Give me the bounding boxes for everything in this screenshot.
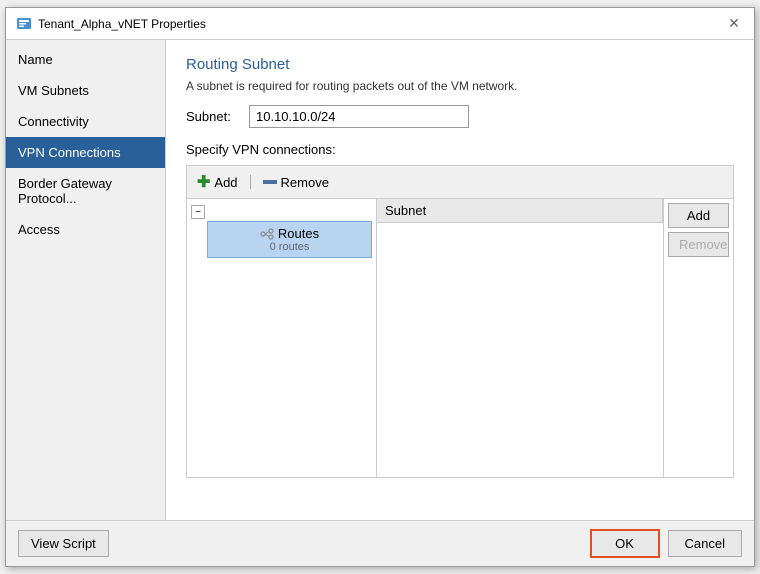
routes-label: Routes: [278, 226, 319, 241]
ok-button[interactable]: OK: [590, 529, 660, 558]
tree-routes-label-row: Routes: [260, 226, 319, 241]
sidebar-item-access[interactable]: Access: [6, 214, 165, 245]
subnet-add-button[interactable]: Add: [668, 203, 729, 228]
sidebar-item-border-gateway[interactable]: Border Gateway Protocol...: [6, 168, 165, 214]
remove-icon: [263, 180, 277, 184]
close-button[interactable]: ✕: [724, 14, 744, 34]
sidebar: Name VM Subnets Connectivity VPN Connect…: [6, 40, 166, 520]
cancel-button[interactable]: Cancel: [668, 530, 742, 557]
vpn-toolbar: ✚ Add Remove: [186, 165, 734, 198]
sidebar-item-connectivity[interactable]: Connectivity: [6, 106, 165, 137]
dialog-body: Name VM Subnets Connectivity VPN Connect…: [6, 40, 754, 520]
title-bar-left: Tenant_Alpha_vNET Properties: [16, 16, 206, 32]
section-title: Routing Subnet: [186, 56, 734, 73]
tree-panel: − Rou: [187, 199, 377, 477]
add-icon: ✚: [197, 172, 210, 192]
title-text: Tenant_Alpha_vNET Properties: [38, 17, 206, 31]
subnet-label: Subnet:: [186, 109, 241, 124]
subnet-table-panel: Subnet: [377, 199, 663, 477]
view-script-button[interactable]: View Script: [18, 530, 109, 557]
tree-node: Routes 0 routes: [191, 221, 372, 258]
remove-toolbar-button[interactable]: Remove: [259, 173, 333, 192]
footer-left: View Script: [18, 530, 109, 557]
subnet-remove-button[interactable]: Remove: [668, 232, 729, 257]
collapse-button[interactable]: −: [191, 205, 205, 219]
tree-collapse-row: −: [191, 203, 372, 221]
subnet-col-header: Subnet: [377, 199, 663, 222]
main-content: Routing Subnet A subnet is required for …: [166, 40, 754, 520]
dialog-footer: View Script OK Cancel: [6, 520, 754, 566]
vpn-panel: − Rou: [186, 198, 734, 478]
routes-sub-label: 0 routes: [270, 241, 310, 253]
dialog-icon: [16, 16, 32, 32]
remove-toolbar-label: Remove: [281, 175, 329, 190]
title-bar: Tenant_Alpha_vNET Properties ✕: [6, 8, 754, 40]
sidebar-item-vm-subnets[interactable]: VM Subnets: [6, 75, 165, 106]
subnet-table-header: Subnet: [377, 199, 663, 223]
add-toolbar-label: Add: [214, 175, 237, 190]
footer-right: OK Cancel: [590, 529, 742, 558]
dialog-window: Tenant_Alpha_vNET Properties ✕ Name VM S…: [5, 7, 755, 567]
section-desc: A subnet is required for routing packets…: [186, 79, 734, 93]
toolbar-divider: [250, 175, 251, 189]
sidebar-item-name[interactable]: Name: [6, 44, 165, 75]
sidebar-item-vpn-connections[interactable]: VPN Connections: [6, 137, 165, 168]
subnet-input[interactable]: [249, 105, 469, 128]
subnet-table-rows: [377, 223, 663, 477]
subnet-field-row: Subnet:: [186, 105, 734, 128]
tree-routes-item[interactable]: Routes 0 routes: [207, 221, 372, 258]
add-toolbar-button[interactable]: ✚ Add: [193, 170, 242, 194]
vpn-connections-label: Specify VPN connections:: [186, 142, 734, 157]
right-button-panel: Add Remove: [663, 199, 733, 477]
routes-icon: [260, 227, 274, 241]
